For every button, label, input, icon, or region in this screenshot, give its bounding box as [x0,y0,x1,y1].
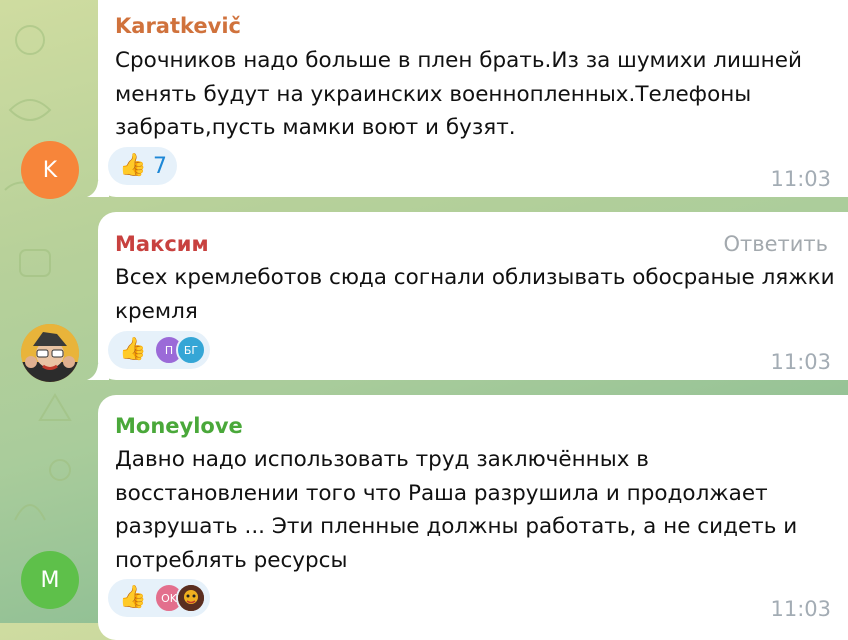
message-bubble[interactable]: Karatkevič Срочников надо больше в плен … [87,0,848,197]
thumbs-up-icon: 👍 [119,337,147,362]
bubble-tail [87,364,109,380]
photo-avatar-icon [21,324,79,382]
reactor-avatar: БГ [176,335,206,365]
reaction-thumbs-up[interactable]: 👍 7 [108,147,177,185]
message-text: Срочников надо больше в плен брать.Из за… [115,44,835,145]
thumbs-up-icon: 👍 [119,153,147,178]
message-time: 11:03 [770,597,831,621]
reaction-thumbs-up[interactable]: 👍 П БГ [108,331,210,369]
reactor-letter: БГ [183,343,199,357]
thumbs-up-icon: 👍 [119,585,147,610]
reactor-letter: П [164,343,174,357]
message-line: Срочников надо больше в плен брать.Из за… [115,48,802,73]
message-line: Всех кремлеботов сюда согнали облизывать… [115,265,835,290]
message-line: восстановлении того что Раша разрушила и… [115,480,768,506]
reactor-photo-avatar [176,583,206,613]
bubble-tail [87,181,109,197]
avatar-letter: M [40,567,60,593]
message-line: забрать,пусть мамки воют и бузят. [115,115,516,140]
message-line: разрушать ... Эти пленные должны работат… [115,514,798,539]
sender-name[interactable]: Karatkevič [115,13,241,39]
message-bubble[interactable]: Максим Ответить Всех кремлеботов сюда со… [87,212,848,380]
avatar-maksim[interactable] [21,324,79,382]
message-bubble[interactable]: Moneylove Давно надо использовать труд з… [98,395,848,640]
message-text: Давно надо использовать труд заключённых… [115,443,835,577]
message-time: 11:03 [770,167,831,191]
avatar-letter: K [42,157,58,183]
photo-avatar-icon [178,585,204,611]
avatar-moneylove[interactable]: M [21,551,79,609]
message-line: Давно надо использовать труд заключённых… [115,447,649,472]
reaction-count: 7 [153,153,167,179]
avatar-karatkevic[interactable]: K [21,141,79,199]
sender-name[interactable]: Максим [115,231,209,257]
message-line: менять будут на украинских военнопленных… [115,81,752,107]
message-time: 11:03 [770,350,831,374]
reactor-letter: OK [161,591,177,605]
reply-button[interactable]: Ответить [723,231,828,257]
message-text: Всех кремлеботов сюда согнали облизывать… [115,261,835,328]
message-line: потреблять ресурсы [115,547,348,573]
reaction-thumbs-up[interactable]: 👍 OK [108,579,210,617]
sender-name[interactable]: Moneylove [115,413,243,439]
message-line: кремля [115,298,198,324]
